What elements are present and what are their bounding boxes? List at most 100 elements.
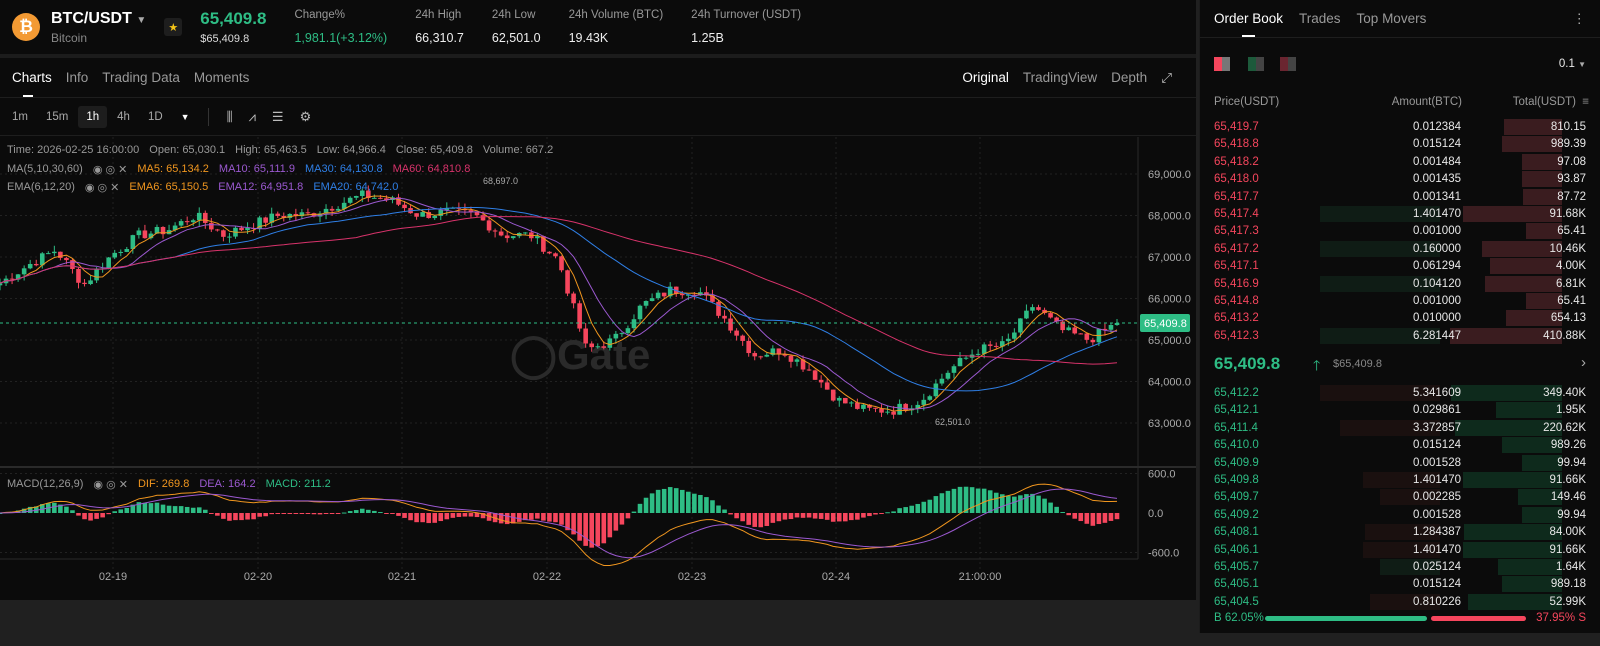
candle xyxy=(752,353,758,357)
bid-row[interactable]: 65,409.2 0.001528 99.94 xyxy=(1200,506,1600,523)
settings-icon[interactable]: ⚙ xyxy=(300,109,312,125)
ob-tab-order-book[interactable]: Order Book xyxy=(1214,11,1283,37)
ohlc-value: Volume: 667.2 xyxy=(482,144,554,156)
ask-row[interactable]: 65,417.7 0.001341 87.72 xyxy=(1200,188,1600,205)
x-tick-label: 02-24 xyxy=(822,571,850,583)
eye-icon[interactable]: ◉ ◎ ✕ xyxy=(85,181,120,194)
macd-bar xyxy=(818,513,824,519)
eye-icon[interactable]: ◉ ◎ ✕ xyxy=(93,163,128,176)
book-both-icon[interactable] xyxy=(1214,57,1230,71)
macd-bar xyxy=(317,513,323,515)
ob-total: 1.95K xyxy=(1555,404,1586,417)
ask-row[interactable]: 65,418.0 0.001435 93.87 xyxy=(1200,170,1600,188)
bid-row[interactable]: 65,409.9 0.001528 99.94 xyxy=(1200,454,1600,471)
macd-bar xyxy=(704,497,709,513)
ask-row[interactable]: 65,413.2 0.010000 654.13 xyxy=(1200,309,1600,327)
interval-1m[interactable]: 1m xyxy=(4,106,36,128)
drawing-tools-icon[interactable]: ☰ xyxy=(272,109,284,125)
macd-bar xyxy=(329,513,335,514)
ask-row[interactable]: 65,419.7 0.012384 810.15 xyxy=(1200,118,1600,135)
tab-trading-data[interactable]: Trading Data xyxy=(102,70,180,85)
candle xyxy=(571,293,576,304)
fullscreen-icon[interactable]: ⤢ xyxy=(1161,70,1172,86)
ob-tab-top-movers[interactable]: Top Movers xyxy=(1357,11,1427,26)
macd-bar xyxy=(196,507,202,513)
bid-row[interactable]: 65,406.1 1.401470 91.66K xyxy=(1200,541,1600,558)
macd-bar xyxy=(1072,513,1078,519)
macd-bar xyxy=(746,513,751,525)
favorite-star-icon[interactable]: ★ xyxy=(164,18,183,36)
ob-price: 65,417.7 xyxy=(1214,190,1259,203)
ob-total: 1.64K xyxy=(1555,560,1586,573)
book-bids-icon[interactable] xyxy=(1248,57,1264,71)
chevron-right-icon[interactable]: › xyxy=(1581,354,1586,371)
interval-4h[interactable]: 4h xyxy=(109,106,138,128)
bid-row[interactable]: 65,404.5 0.810226 52.99K xyxy=(1200,593,1600,610)
indicators-icon[interactable]: ⩘ xyxy=(249,109,256,125)
ask-row[interactable]: 65,418.2 0.001484 97.08 xyxy=(1200,153,1600,170)
tab-info[interactable]: Info xyxy=(66,70,89,85)
candle xyxy=(589,343,595,348)
ob-price: 65,412.2 xyxy=(1214,387,1259,400)
ob-price: 65,418.0 xyxy=(1214,173,1259,186)
interval-1D[interactable]: 1D xyxy=(140,106,171,128)
candle xyxy=(263,217,268,223)
macd-value: DIF: 269.8 xyxy=(137,478,190,490)
buy-pct: B 62.05% xyxy=(1214,612,1264,624)
view-tab-depth[interactable]: Depth xyxy=(1111,70,1147,86)
interval-dropdown-icon[interactable]: ▼ xyxy=(181,112,190,122)
bid-row[interactable]: 65,405.7 0.025124 1.64K xyxy=(1200,558,1600,575)
book-asks-icon[interactable] xyxy=(1280,57,1296,71)
bid-row[interactable]: 65,409.7 0.002285 149.46 xyxy=(1200,488,1600,506)
macd-bar xyxy=(1102,513,1108,523)
macd-bar xyxy=(1036,495,1041,513)
macd-bar xyxy=(728,513,733,515)
candle xyxy=(9,278,15,280)
macd-bar xyxy=(806,513,812,518)
ask-row[interactable]: 65,417.4 1.401470 91.68K xyxy=(1200,205,1600,222)
tab-moments[interactable]: Moments xyxy=(194,70,250,85)
candle xyxy=(963,357,969,359)
bid-row[interactable]: 65,405.1 0.015124 989.18 xyxy=(1200,575,1600,593)
bid-row[interactable]: 65,408.1 1.284387 84.00K xyxy=(1200,523,1600,541)
eye-icon[interactable]: ◉ ◎ ✕ xyxy=(93,478,128,491)
ob-tab-trades[interactable]: Trades xyxy=(1299,11,1341,26)
macd-bar xyxy=(734,513,739,519)
precision-select[interactable]: 0.1 ▼ xyxy=(1559,58,1586,70)
bid-row[interactable]: 65,411.4 3.372857 220.62K xyxy=(1200,419,1600,436)
view-tab-tradingview[interactable]: TradingView xyxy=(1023,70,1097,86)
ob-col-header: Price(USDT) xyxy=(1214,96,1280,108)
candle xyxy=(728,318,733,331)
ob-price: 65,418.8 xyxy=(1214,138,1259,151)
ask-row[interactable]: 65,414.8 0.001000 65.41 xyxy=(1200,292,1600,309)
tab-charts[interactable]: Charts xyxy=(12,70,52,97)
candle xyxy=(993,345,999,347)
ob-amount: 0.061294 xyxy=(1413,260,1461,273)
candle-type-icon[interactable]: ⫼ xyxy=(227,109,233,125)
bid-row[interactable]: 65,409.8 1.401470 91.66K xyxy=(1200,471,1600,489)
bid-row[interactable]: 65,412.2 5.341609 349.40K xyxy=(1200,384,1600,402)
ask-row[interactable]: 65,418.8 0.015124 989.39 xyxy=(1200,135,1600,153)
price-chart[interactable]: 69,000.0 68,000.0 67,000.0 66,000.0 65,000.0… xyxy=(0,137,1196,600)
interval-15m[interactable]: 15m xyxy=(38,106,76,128)
pair-selector[interactable]: BTC/USDT ▼ Bitcoin xyxy=(51,10,146,45)
ask-row[interactable]: 65,416.9 0.104120 6.81K xyxy=(1200,275,1600,292)
macd-bar xyxy=(1060,511,1065,513)
more-icon[interactable]: ⋮ xyxy=(1573,11,1587,27)
macd-bar xyxy=(76,513,81,516)
ask-row[interactable]: 65,417.2 0.160000 10.46K xyxy=(1200,240,1600,257)
bid-row[interactable]: 65,410.0 0.015124 989.26 xyxy=(1200,436,1600,454)
interval-1h[interactable]: 1h xyxy=(78,105,108,128)
view-tab-original[interactable]: Original xyxy=(962,70,1009,86)
candle xyxy=(33,263,39,266)
mid-price-usd: $65,409.8 xyxy=(1333,358,1382,371)
candle xyxy=(52,251,57,254)
bid-row[interactable]: 65,412.1 0.029861 1.95K xyxy=(1200,401,1600,419)
menu-icon[interactable]: ≡ xyxy=(1582,96,1589,108)
ask-row[interactable]: 65,412.3 6.281447 410.88K xyxy=(1200,327,1600,344)
ask-row[interactable]: 65,417.3 0.001000 65.41 xyxy=(1200,222,1600,240)
macd-bar xyxy=(516,513,522,522)
orderbook-panel: Order Book Trades Top Movers ⋮ 0.1 ▼ Price(… xyxy=(1199,0,1600,633)
ask-row[interactable]: 65,417.1 0.061294 4.00K xyxy=(1200,257,1600,275)
macd-bar xyxy=(939,493,945,513)
